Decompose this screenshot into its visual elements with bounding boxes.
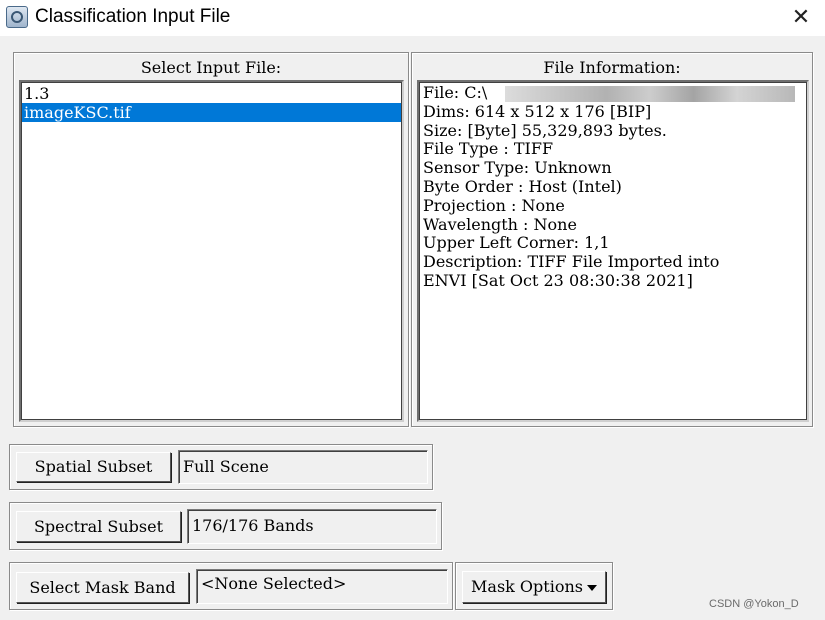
info-size: Size: [Byte] 55,329,893 bytes. xyxy=(423,120,667,140)
mask-options-group: Mask Options xyxy=(455,562,613,610)
select-mask-band-button[interactable]: Select Mask Band xyxy=(16,572,189,603)
path-redaction xyxy=(505,86,795,102)
info-projection: Projection : None xyxy=(423,195,565,215)
info-upper-left-corner: Upper Left Corner: 1,1 xyxy=(423,233,610,253)
file-info-panel: File Information: File: C:\ Dims: 614 x … xyxy=(411,52,813,427)
window-title: Classification Input File xyxy=(35,6,231,27)
file-list-item[interactable]: 1.3 xyxy=(22,84,401,103)
spectral-subset-field: 176/176 Bands xyxy=(187,509,437,544)
select-input-title: Select Input File: xyxy=(140,58,282,77)
info-wavelength: Wavelength : None xyxy=(423,214,577,234)
info-file-type: File Type : TIFF xyxy=(423,139,554,159)
mask-band-field: <None Selected> xyxy=(196,569,448,604)
spectral-subset-button[interactable]: Spectral Subset xyxy=(16,511,181,542)
file-info-box: File: C:\ Dims: 614 x 512 x 176 [BIP] Si… xyxy=(417,80,809,422)
mask-options-button[interactable]: Mask Options xyxy=(462,571,606,603)
title-bar: Classification Input File ✕ xyxy=(0,0,825,36)
info-sensor-type: Sensor Type: Unknown xyxy=(423,158,612,178)
file-info-title: File Information: xyxy=(543,58,681,77)
select-input-panel: Select Input File: 1.3 imageKSC.tif xyxy=(13,52,409,427)
info-description: Description: TIFF File Imported into ENV… xyxy=(423,252,720,290)
app-icon[interactable] xyxy=(6,6,28,28)
close-button[interactable]: ✕ xyxy=(783,4,819,32)
spatial-subset-button[interactable]: Spatial Subset xyxy=(16,452,171,482)
dropdown-arrow-icon xyxy=(586,584,597,591)
spectral-subset-group: Spectral Subset 176/176 Bands xyxy=(9,502,442,550)
mask-options-label: Mask Options xyxy=(471,577,583,596)
info-byte-order: Byte Order : Host (Intel) xyxy=(423,176,622,196)
spatial-subset-field: Full Scene xyxy=(178,450,428,484)
mask-band-group: Select Mask Band <None Selected> xyxy=(9,562,453,610)
info-dims: Dims: 614 x 512 x 176 [BIP] xyxy=(423,101,652,121)
file-list-item[interactable]: imageKSC.tif xyxy=(22,103,401,122)
watermark: CSDN @Yokon_D xyxy=(709,598,799,610)
spatial-subset-group: Spatial Subset Full Scene xyxy=(9,444,433,490)
input-file-list[interactable]: 1.3 imageKSC.tif xyxy=(19,80,404,422)
